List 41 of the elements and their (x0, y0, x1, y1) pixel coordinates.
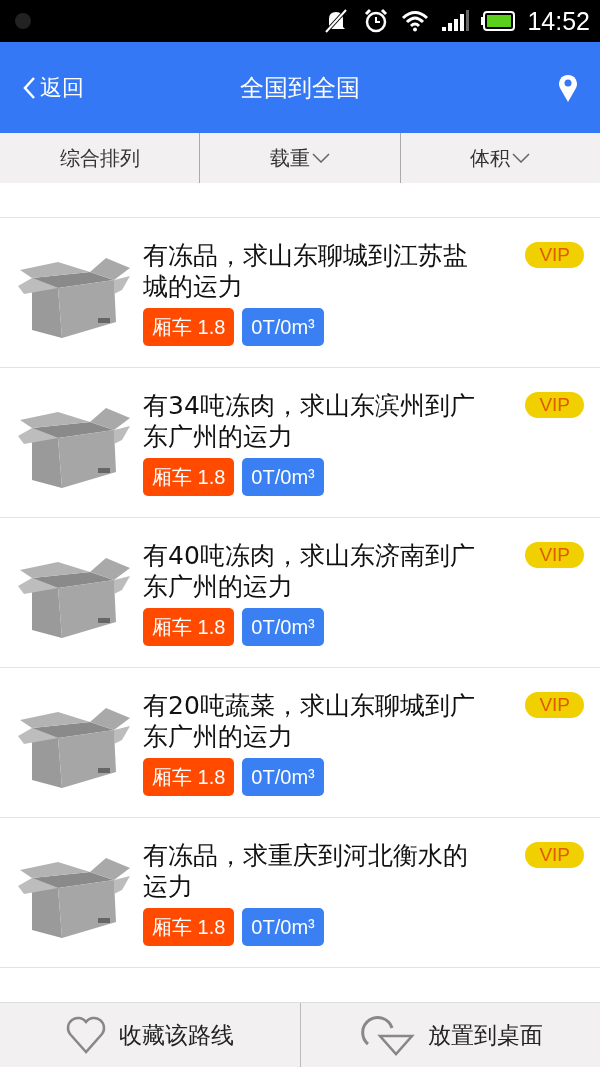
tag: 0T/0m³ (242, 458, 324, 496)
tag: 0T/0m³ (242, 608, 324, 646)
vip-badge: VIP (525, 692, 584, 718)
tag: 厢车 1.8 (143, 758, 235, 796)
signal-icon (441, 10, 470, 32)
sort-tab[interactable]: 载重 (199, 133, 400, 183)
listing-title: 有34吨冻肉，求山东滨州到广东广州的运力 (143, 390, 476, 452)
listing-title: 有冻品，求重庆到河北衡水的运力 (143, 840, 469, 902)
listing-row[interactable]: 有冻品，求重庆到河北衡水的运力 厢车 1.8 0T/0m³ VIP (0, 818, 600, 968)
tag: 0T/0m³ (242, 908, 324, 946)
tag: 厢车 1.8 (143, 308, 235, 346)
sort-tab[interactable]: 体积 (399, 133, 600, 183)
page-title: 全国到全国 (240, 72, 360, 104)
vip-badge: VIP (525, 842, 584, 868)
tag: 厢车 1.8 (143, 908, 235, 946)
listing-row[interactable]: 有20吨蔬菜，求山东聊城到广东广州的运力 厢车 1.8 0T/0m³ VIP (0, 668, 600, 818)
listing-row[interactable]: 有40吨冻肉，求山东济南到广东广州的运力 厢车 1.8 0T/0m³ VIP (0, 518, 600, 668)
camera-dot-icon (12, 10, 34, 32)
back-button[interactable]: 返回 (22, 72, 102, 103)
battery-icon (481, 11, 516, 31)
listing-title: 有40吨冻肉，求山东济南到广东广州的运力 (143, 540, 476, 602)
listing-row[interactable]: 有34吨冻肉，求山东滨州到广东广州的运力 厢车 1.8 0T/0m³ VIP (0, 368, 600, 518)
location-pin-icon[interactable] (558, 72, 578, 103)
bottom-action-button[interactable]: 放置到桌面 (299, 1003, 600, 1067)
sort-tab[interactable]: 综合排列 (0, 133, 200, 183)
back-chevron-icon (22, 75, 36, 100)
heart-icon (65, 1014, 108, 1056)
vip-badge: VIP (525, 242, 584, 268)
tag: 0T/0m³ (242, 308, 324, 346)
listing-title: 有冻品，求山东聊城到江苏盐城的运力 (143, 240, 469, 302)
vip-badge: VIP (525, 392, 584, 418)
bottom-action-button[interactable]: 收藏该路线 (0, 1003, 300, 1067)
listing-row[interactable]: 有冻品，求山东聊城到江苏盐城的运力 厢车 1.8 0T/0m³ VIP (0, 218, 600, 368)
status-time: 14:52 (527, 6, 590, 36)
vip-badge: VIP (525, 542, 584, 568)
listing-title: 有20吨蔬菜，求山东聊城到广东广州的运力 (143, 690, 476, 752)
tag: 0T/0m³ (242, 758, 324, 796)
wifi-icon (401, 10, 430, 32)
alarm-icon (363, 8, 390, 34)
tag: 厢车 1.8 (143, 608, 235, 646)
tag: 厢车 1.8 (143, 458, 235, 496)
